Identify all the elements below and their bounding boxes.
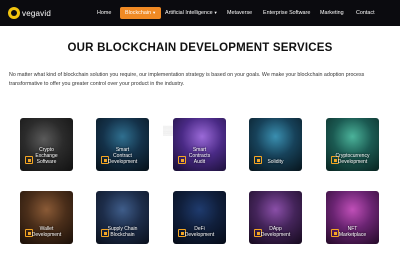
service-card-label: Wallet Development <box>31 226 62 238</box>
service-card-label: Supply Chain Blockchain <box>107 226 138 238</box>
brand-logo[interactable]: vegavid <box>8 5 51 21</box>
service-card-supply-chain-blockchain[interactable]: Supply Chain Blockchain <box>96 191 149 244</box>
service-card-label: Smart Contract Development <box>107 147 138 165</box>
chevron-down-icon: ▼ <box>213 10 218 15</box>
brand-name: vegavid <box>22 8 51 18</box>
service-card-cryptocurrency-development[interactable]: Cryptocurrency Development <box>326 118 379 171</box>
top-navbar: vegavid Home Blockchain▼ Artificial Inte… <box>0 0 400 26</box>
logo-icon <box>8 7 20 19</box>
service-card-defi-development[interactable]: DeFi Development <box>173 191 226 244</box>
nav-item-marketing[interactable]: Marketing <box>320 7 344 19</box>
nav-item-metaverse[interactable]: Metaverse <box>227 7 252 19</box>
nav-item-enterprise-software[interactable]: Enterprise Software <box>263 7 310 19</box>
nav-item-artificial-intelligence[interactable]: Artificial Intelligence▼ <box>165 7 218 19</box>
section-title: OUR BLOCKCHAIN DEVELOPMENT SERVICES <box>67 42 333 54</box>
service-card-label: Solidity <box>267 159 284 165</box>
nav-item-ai-label: Artificial Intelligence <box>165 10 213 16</box>
service-card-smart-contracts-audit[interactable]: Smart Contracts Audit <box>173 118 226 171</box>
service-card-wallet-development[interactable]: Wallet Development <box>20 191 73 244</box>
service-card-label: Smart Contracts Audit <box>188 147 211 165</box>
service-card-crypto-exchange[interactable]: Crypto Exchange Software <box>20 118 73 171</box>
nav-item-contact[interactable]: Contact <box>356 7 375 19</box>
service-card-dapp-development[interactable]: DApp Development <box>249 191 302 244</box>
service-card-label: Crypto Exchange Software <box>35 147 58 165</box>
service-card-smart-contract-development[interactable]: Smart Contract Development <box>96 118 149 171</box>
service-card-nft-marketplace[interactable]: NFT Marketplace <box>326 191 379 244</box>
chevron-down-icon: ▼ <box>152 10 157 15</box>
service-card-label: NFT Marketplace <box>338 226 367 238</box>
section-intro: No matter what kind of blockchain soluti… <box>9 72 365 87</box>
service-card-label: Cryptocurrency Development <box>335 153 370 165</box>
service-card-label: DApp Development <box>260 226 291 238</box>
nav-item-blockchain-label: Blockchain <box>125 10 152 16</box>
service-card-solidity[interactable]: Solidity <box>249 118 302 171</box>
nav-item-home[interactable]: Home <box>97 7 111 19</box>
nav-item-blockchain[interactable]: Blockchain▼ <box>120 7 162 19</box>
service-card-label: DeFi Development <box>184 226 215 238</box>
